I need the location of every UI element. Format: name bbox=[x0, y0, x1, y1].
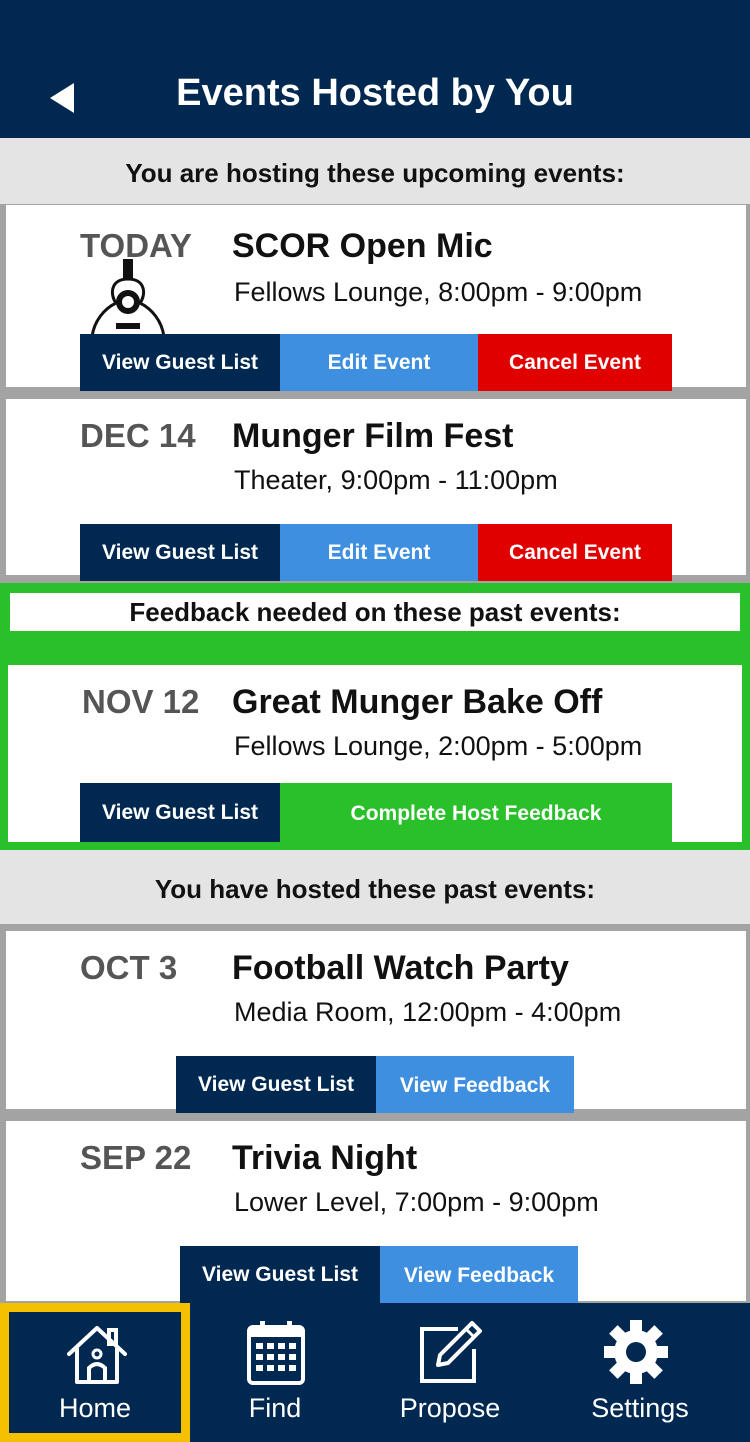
view-guest-list-button[interactable]: View Guest List bbox=[80, 334, 280, 391]
view-feedback-button[interactable]: View Feedback bbox=[376, 1056, 574, 1113]
event-date: OCT 3 bbox=[80, 949, 178, 986]
app-header: Events Hosted by You bbox=[0, 0, 750, 138]
past-section-header: You have hosted these past events: bbox=[0, 850, 750, 924]
tab-find[interactable]: Find bbox=[190, 1303, 360, 1442]
event-date: NOV 12 bbox=[82, 683, 200, 720]
tab-home[interactable]: Home bbox=[0, 1303, 190, 1442]
tab-label: Propose bbox=[399, 1393, 501, 1423]
event-card: DEC 14 Munger Film Fest Theater, 9:00pm … bbox=[6, 399, 746, 581]
event-card: OCT 3 Football Watch Party Media Room, 1… bbox=[6, 931, 746, 1113]
cancel-event-button[interactable]: Cancel Event bbox=[478, 524, 672, 581]
complete-host-feedback-button[interactable]: Complete Host Feedback bbox=[280, 783, 672, 842]
event-title[interactable]: Football Watch Party bbox=[232, 949, 569, 988]
guitar-icon bbox=[90, 259, 166, 337]
tab-label: Find bbox=[248, 1393, 302, 1423]
tab-propose[interactable]: Propose bbox=[360, 1303, 540, 1442]
event-detail: Media Room, 12:00pm - 4:00pm bbox=[234, 997, 622, 1027]
event-title[interactable]: Munger Film Fest bbox=[232, 417, 513, 456]
event-date: DEC 14 bbox=[80, 417, 196, 454]
event-title[interactable]: SCOR Open Mic bbox=[232, 227, 493, 266]
view-guest-list-button[interactable]: View Guest List bbox=[180, 1246, 380, 1303]
view-feedback-button[interactable]: View Feedback bbox=[380, 1246, 578, 1303]
edit-event-button[interactable]: Edit Event bbox=[280, 524, 478, 581]
view-guest-list-button[interactable]: View Guest List bbox=[176, 1056, 376, 1113]
event-detail: Fellows Lounge, 2:00pm - 5:00pm bbox=[234, 731, 643, 761]
tab-settings[interactable]: Settings bbox=[540, 1303, 740, 1442]
event-title[interactable]: Great Munger Bake Off bbox=[232, 683, 602, 722]
event-title[interactable]: Trivia Night bbox=[232, 1139, 417, 1178]
page-title: Events Hosted by You bbox=[176, 72, 574, 114]
event-card: TODAY SCOR Open Mic Fellows Lounge, 8:00… bbox=[6, 205, 746, 391]
gear-icon bbox=[604, 1320, 668, 1384]
home-icon bbox=[67, 1326, 127, 1384]
tab-label: Home bbox=[58, 1393, 132, 1423]
tab-label: Settings bbox=[591, 1393, 689, 1423]
event-date: SEP 22 bbox=[80, 1139, 192, 1176]
edit-event-button[interactable]: Edit Event bbox=[280, 334, 478, 391]
event-card: SEP 22 Trivia Night Lower Level, 7:00pm … bbox=[6, 1121, 746, 1303]
event-detail: Fellows Lounge, 8:00pm - 9:00pm bbox=[234, 277, 643, 307]
pencil-square-icon bbox=[420, 1321, 482, 1383]
upcoming-section-header: You are hosting these upcoming events: bbox=[0, 138, 750, 204]
view-guest-list-button[interactable]: View Guest List bbox=[80, 524, 280, 581]
tab-bar: Home Find Propose Settings bbox=[0, 1303, 750, 1442]
event-detail: Lower Level, 7:00pm - 9:00pm bbox=[234, 1187, 599, 1217]
cancel-event-button[interactable]: Cancel Event bbox=[478, 334, 672, 391]
event-card: NOV 12 Great Munger Bake Off Fellows Lou… bbox=[8, 665, 742, 842]
calendar-icon bbox=[247, 1321, 305, 1385]
feedback-needed-panel: Feedback needed on these past events: NO… bbox=[0, 583, 750, 850]
feedback-section-header: Feedback needed on these past events: bbox=[10, 593, 740, 631]
view-guest-list-button[interactable]: View Guest List bbox=[80, 783, 280, 842]
event-detail: Theater, 9:00pm - 11:00pm bbox=[234, 465, 558, 495]
